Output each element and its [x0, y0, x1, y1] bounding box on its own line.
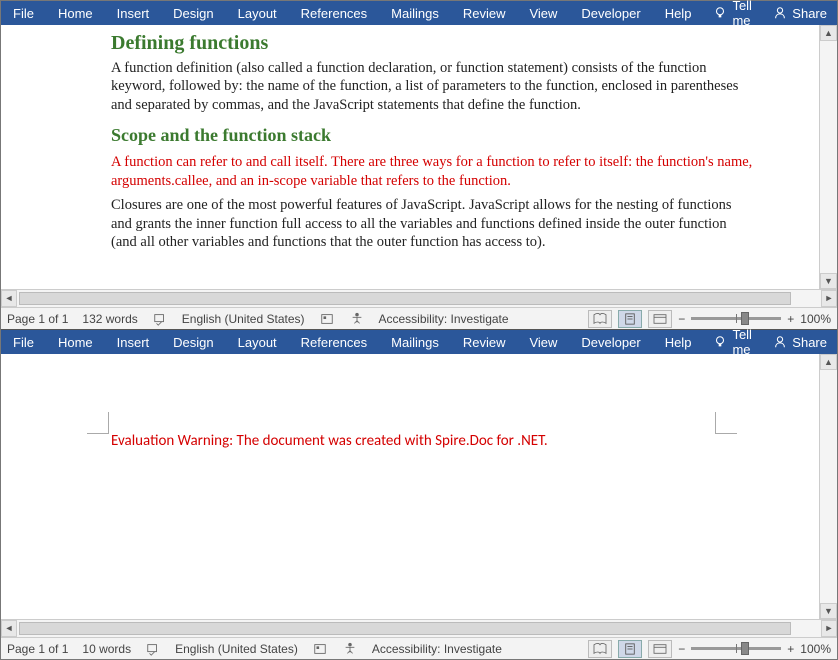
document-page-2[interactable]: Evaluation Warning: The document was cre…	[1, 354, 819, 619]
menu-insert[interactable]: Insert	[105, 3, 162, 24]
menu2-view[interactable]: View	[517, 332, 569, 353]
heading-scope: Scope and the function stack	[111, 124, 753, 147]
paragraph-1: A function definition (also called a fun…	[111, 59, 753, 115]
menu2-references[interactable]: References	[289, 332, 379, 353]
bulb-icon-2	[713, 335, 727, 349]
menu-file[interactable]: File	[1, 3, 46, 24]
word-count[interactable]: 132 words	[82, 312, 137, 326]
language-indicator[interactable]: English (United States)	[182, 312, 305, 326]
zoom-in-button-2[interactable]: +	[787, 642, 794, 656]
zoom-in-button[interactable]: +	[787, 312, 794, 326]
menu-layout[interactable]: Layout	[226, 3, 289, 24]
tell-me-2[interactable]: Tell me	[703, 327, 763, 357]
menu2-mailings[interactable]: Mailings	[379, 332, 451, 353]
zoom-slider-2[interactable]	[691, 647, 781, 650]
word-count-2[interactable]: 10 words	[82, 642, 131, 656]
scroll-up-icon[interactable]: ▲	[820, 25, 837, 41]
hscroll-track[interactable]	[17, 290, 821, 307]
menu-review[interactable]: Review	[451, 3, 518, 24]
menu-mailings[interactable]: Mailings	[379, 3, 451, 24]
menu-design[interactable]: Design	[161, 3, 225, 24]
read-mode-button[interactable]	[588, 310, 612, 328]
accessibility-status[interactable]: Accessibility: Investigate	[379, 312, 509, 326]
spellcheck-icon-2[interactable]	[145, 641, 161, 657]
menu2-file[interactable]: File	[1, 332, 46, 353]
margin-corner-tl	[87, 412, 109, 434]
share-label-2: Share	[792, 335, 827, 350]
menu-bar-2: File Home Insert Design Layout Reference…	[1, 330, 837, 354]
zoom-out-button[interactable]: −	[678, 312, 685, 326]
heading-defining: Defining functions	[111, 31, 753, 57]
print-layout-button[interactable]	[618, 310, 642, 328]
horizontal-scrollbar[interactable]: ◄ ►	[1, 289, 837, 307]
tell-me-label: Tell me	[732, 0, 753, 28]
share-button[interactable]: Share	[763, 6, 837, 21]
hscroll-thumb[interactable]	[19, 292, 791, 305]
vertical-scrollbar[interactable]: ▲ ▼	[819, 25, 837, 289]
hscroll-track-2[interactable]	[17, 620, 821, 637]
menu2-review[interactable]: Review	[451, 332, 518, 353]
paragraph-3: Closures are one of the most powerful fe…	[111, 196, 753, 252]
hscroll-thumb-2[interactable]	[19, 622, 791, 635]
status-bar: Page 1 of 1 132 words English (United St…	[1, 307, 837, 329]
scroll-track[interactable]	[820, 41, 837, 273]
share-label: Share	[792, 6, 827, 21]
scroll-left-icon-2[interactable]: ◄	[1, 620, 17, 637]
share-button-2[interactable]: Share	[763, 335, 837, 350]
accessibility-icon-2[interactable]	[342, 641, 358, 657]
bulb-icon	[713, 6, 727, 20]
vertical-scrollbar-2[interactable]: ▲ ▼	[819, 354, 837, 619]
document-area: Defining functions A function definition…	[1, 25, 837, 289]
menu2-home[interactable]: Home	[46, 332, 105, 353]
status-bar-2: Page 1 of 1 10 words English (United Sta…	[1, 637, 837, 659]
paragraph-2: A function can refer to and call itself.…	[111, 153, 753, 190]
person-icon-2	[773, 335, 787, 349]
tell-me[interactable]: Tell me	[703, 0, 763, 28]
zoom-knob[interactable]	[741, 312, 749, 325]
menu-developer[interactable]: Developer	[569, 3, 652, 24]
person-icon	[773, 6, 787, 20]
menu-help[interactable]: Help	[653, 3, 704, 24]
language-indicator-2[interactable]: English (United States)	[175, 642, 298, 656]
zoom-knob-2[interactable]	[741, 642, 749, 655]
menu-references[interactable]: References	[289, 3, 379, 24]
document-page[interactable]: Defining functions A function definition…	[1, 25, 819, 289]
menu2-developer[interactable]: Developer	[569, 332, 652, 353]
scroll-track-2[interactable]	[820, 370, 837, 603]
document-area-2: Evaluation Warning: The document was cre…	[1, 354, 837, 619]
horizontal-scrollbar-2[interactable]: ◄ ►	[1, 619, 837, 637]
menu-bar: File Home Insert Design Layout Reference…	[1, 1, 837, 25]
menu-view[interactable]: View	[517, 3, 569, 24]
print-layout-button-2[interactable]	[618, 640, 642, 658]
page-indicator[interactable]: Page 1 of 1	[7, 312, 68, 326]
scroll-down-icon[interactable]: ▼	[820, 273, 837, 289]
read-mode-button-2[interactable]	[588, 640, 612, 658]
evaluation-warning: Evaluation Warning: The document was cre…	[111, 432, 548, 450]
web-layout-button[interactable]	[648, 310, 672, 328]
zoom-out-button-2[interactable]: −	[678, 642, 685, 656]
zoom-slider[interactable]	[691, 317, 781, 320]
macro-icon-2[interactable]	[312, 641, 328, 657]
menu2-layout[interactable]: Layout	[226, 332, 289, 353]
menu2-design[interactable]: Design	[161, 332, 225, 353]
web-layout-button-2[interactable]	[648, 640, 672, 658]
zoom-level[interactable]: 100%	[800, 312, 831, 326]
macro-icon[interactable]	[319, 311, 335, 327]
zoom-level-2[interactable]: 100%	[800, 642, 831, 656]
scroll-up-icon-2[interactable]: ▲	[820, 354, 837, 370]
scroll-right-icon[interactable]: ►	[821, 290, 837, 307]
menu-home[interactable]: Home	[46, 3, 105, 24]
scroll-down-icon-2[interactable]: ▼	[820, 603, 837, 619]
accessibility-status-2[interactable]: Accessibility: Investigate	[372, 642, 502, 656]
margin-corner-tr	[715, 412, 737, 434]
menu2-insert[interactable]: Insert	[105, 332, 162, 353]
accessibility-icon[interactable]	[349, 311, 365, 327]
menu2-help[interactable]: Help	[653, 332, 704, 353]
spellcheck-icon[interactable]	[152, 311, 168, 327]
scroll-right-icon-2[interactable]: ►	[821, 620, 837, 637]
scroll-left-icon[interactable]: ◄	[1, 290, 17, 307]
page-indicator-2[interactable]: Page 1 of 1	[7, 642, 68, 656]
tell-me-label-2: Tell me	[732, 327, 753, 357]
